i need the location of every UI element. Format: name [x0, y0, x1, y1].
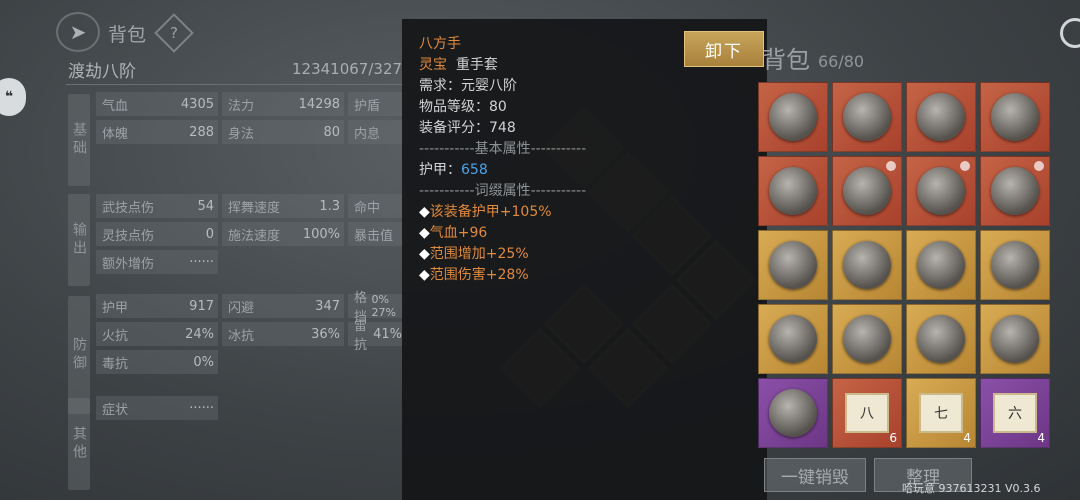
chat-icon[interactable]: ❝ — [0, 78, 26, 116]
stat-shield: 护盾 — [348, 92, 406, 116]
boots-icon — [843, 241, 891, 289]
bag-slot[interactable] — [758, 304, 828, 374]
item-requirement: 需求：元婴八阶 — [419, 78, 517, 94]
affix-separator: -----------词缀属性----------- — [419, 183, 587, 199]
stat-spell-damage: 灵技点伤 0 — [96, 222, 218, 246]
lock-icon — [886, 161, 896, 171]
item-level: 物品等级：80 — [419, 99, 507, 115]
version-label: 哈玩意 937613231 V0.3.6 — [902, 482, 1041, 495]
experience-value: 12341067/327 — [292, 60, 403, 78]
divider — [66, 84, 411, 85]
item-name: 八方手 — [419, 36, 461, 52]
stat-symptom[interactable]: 症状 ······ — [96, 396, 218, 420]
helmet-icon — [843, 93, 891, 141]
item-quality-type: 灵宝 重手套 — [419, 57, 498, 73]
bow-icon — [843, 315, 891, 363]
stat-breath: 内息 — [348, 120, 406, 144]
stat-crit: 暴击值 — [348, 222, 406, 246]
stat-armor: 护甲 917 — [96, 294, 218, 318]
item-armor: 护甲：658 — [419, 162, 488, 178]
bag-slot[interactable] — [832, 304, 902, 374]
page-title: 背包 — [108, 24, 147, 46]
bag-slot[interactable] — [832, 230, 902, 300]
bag-slot[interactable] — [832, 82, 902, 152]
scroll-icon: 七 — [919, 393, 963, 433]
item-tooltip: 八方手 灵宝 重手套 需求：元婴八阶 物品等级：80 装备评分：748 ----… — [402, 19, 767, 500]
back-arrow-icon: ➤ — [69, 20, 87, 44]
bag-slot[interactable] — [758, 378, 828, 448]
bag-slot[interactable] — [980, 230, 1050, 300]
stat-fire-resist: 火抗 24% — [96, 322, 218, 346]
affix-line: ◆该装备护甲+105% — [419, 204, 552, 220]
bag-slot[interactable] — [758, 82, 828, 152]
stat-cast-speed: 施法速度 100% — [222, 222, 344, 246]
item-quantity: 6 — [889, 431, 897, 445]
unequip-button[interactable]: 卸下 — [684, 31, 764, 67]
destroy-all-button[interactable]: 一键销毁 — [764, 458, 866, 492]
bag-slot[interactable]: 七4 — [906, 378, 976, 448]
scroll-icon: 八 — [845, 393, 889, 433]
stat-ice-resist: 冰抗 36% — [222, 322, 344, 346]
armor-icon — [917, 241, 965, 289]
help-icon[interactable]: ? — [154, 13, 194, 53]
armor-icon — [991, 241, 1039, 289]
stat-mana: 法力 14298 — [222, 92, 344, 116]
ring-icon — [769, 241, 817, 289]
stat-agility: 身法 80 — [222, 120, 344, 144]
bag-slot[interactable] — [980, 156, 1050, 226]
bag-slot[interactable] — [906, 82, 976, 152]
cultivation-rank: 渡劫八阶 — [68, 62, 136, 82]
section-defense: 防御 — [68, 296, 90, 414]
stat-dodge: 闪避 347 — [222, 294, 344, 318]
bag-capacity: 66/80 — [818, 52, 865, 71]
affix-line: ◆气血+96 — [419, 225, 488, 241]
bag-grid: 八6 七4 六4 — [758, 82, 1058, 448]
bracelet-icon — [769, 93, 817, 141]
staff-icon — [917, 315, 965, 363]
section-output: 输出 — [68, 194, 90, 286]
stat-hit: 命中 — [348, 194, 406, 218]
bag-slot[interactable] — [832, 156, 902, 226]
bag-slot[interactable] — [980, 82, 1050, 152]
bag-slot[interactable] — [758, 156, 828, 226]
lantern-icon — [843, 167, 891, 215]
affix-line: ◆范围增加+25% — [419, 246, 529, 262]
claw-icon — [917, 93, 965, 141]
fan-icon — [917, 167, 965, 215]
bag-title: 背包 — [762, 46, 810, 74]
item-quantity: 4 — [963, 431, 971, 445]
fan-icon — [991, 167, 1039, 215]
lock-icon — [1034, 161, 1044, 171]
bag-slot[interactable] — [758, 230, 828, 300]
back-button[interactable]: ➤ — [56, 12, 100, 52]
helmet-icon — [769, 315, 817, 363]
stat-poison-resist: 毒抗 0% — [96, 350, 218, 374]
stat-extra-damage[interactable]: 额外增伤 ······ — [96, 250, 218, 274]
scroll-icon: 六 — [993, 393, 1037, 433]
stat-martial-damage: 武技点伤 54 — [96, 194, 218, 218]
bag-slot[interactable] — [906, 304, 976, 374]
bag-slot[interactable]: 六4 — [980, 378, 1050, 448]
item-score: 装备评分：748 — [419, 120, 516, 136]
bag-slot[interactable] — [906, 230, 976, 300]
bag-slot[interactable]: 八6 — [832, 378, 902, 448]
claw-icon — [769, 389, 817, 437]
bag-slot[interactable] — [980, 304, 1050, 374]
bracelet-icon — [991, 93, 1039, 141]
ring-icon — [769, 167, 817, 215]
section-other: 其他 — [68, 398, 90, 490]
stat-physique: 体魄 288 — [96, 120, 218, 144]
stat-hp: 气血 4305 — [96, 92, 218, 116]
bag-slot[interactable] — [906, 156, 976, 226]
base-attr-separator: -----------基本属性----------- — [419, 141, 587, 157]
item-quantity: 4 — [1037, 431, 1045, 445]
sword-icon — [991, 315, 1039, 363]
section-basic: 基础 — [68, 94, 90, 186]
stat-swing-speed: 挥舞速度 1.3 — [222, 194, 344, 218]
stat-thunder-resist: 雷抗 41% — [348, 319, 406, 353]
affix-line: ◆范围伤害+28% — [419, 267, 529, 283]
settings-icon[interactable] — [1060, 18, 1080, 48]
lock-icon — [960, 161, 970, 171]
